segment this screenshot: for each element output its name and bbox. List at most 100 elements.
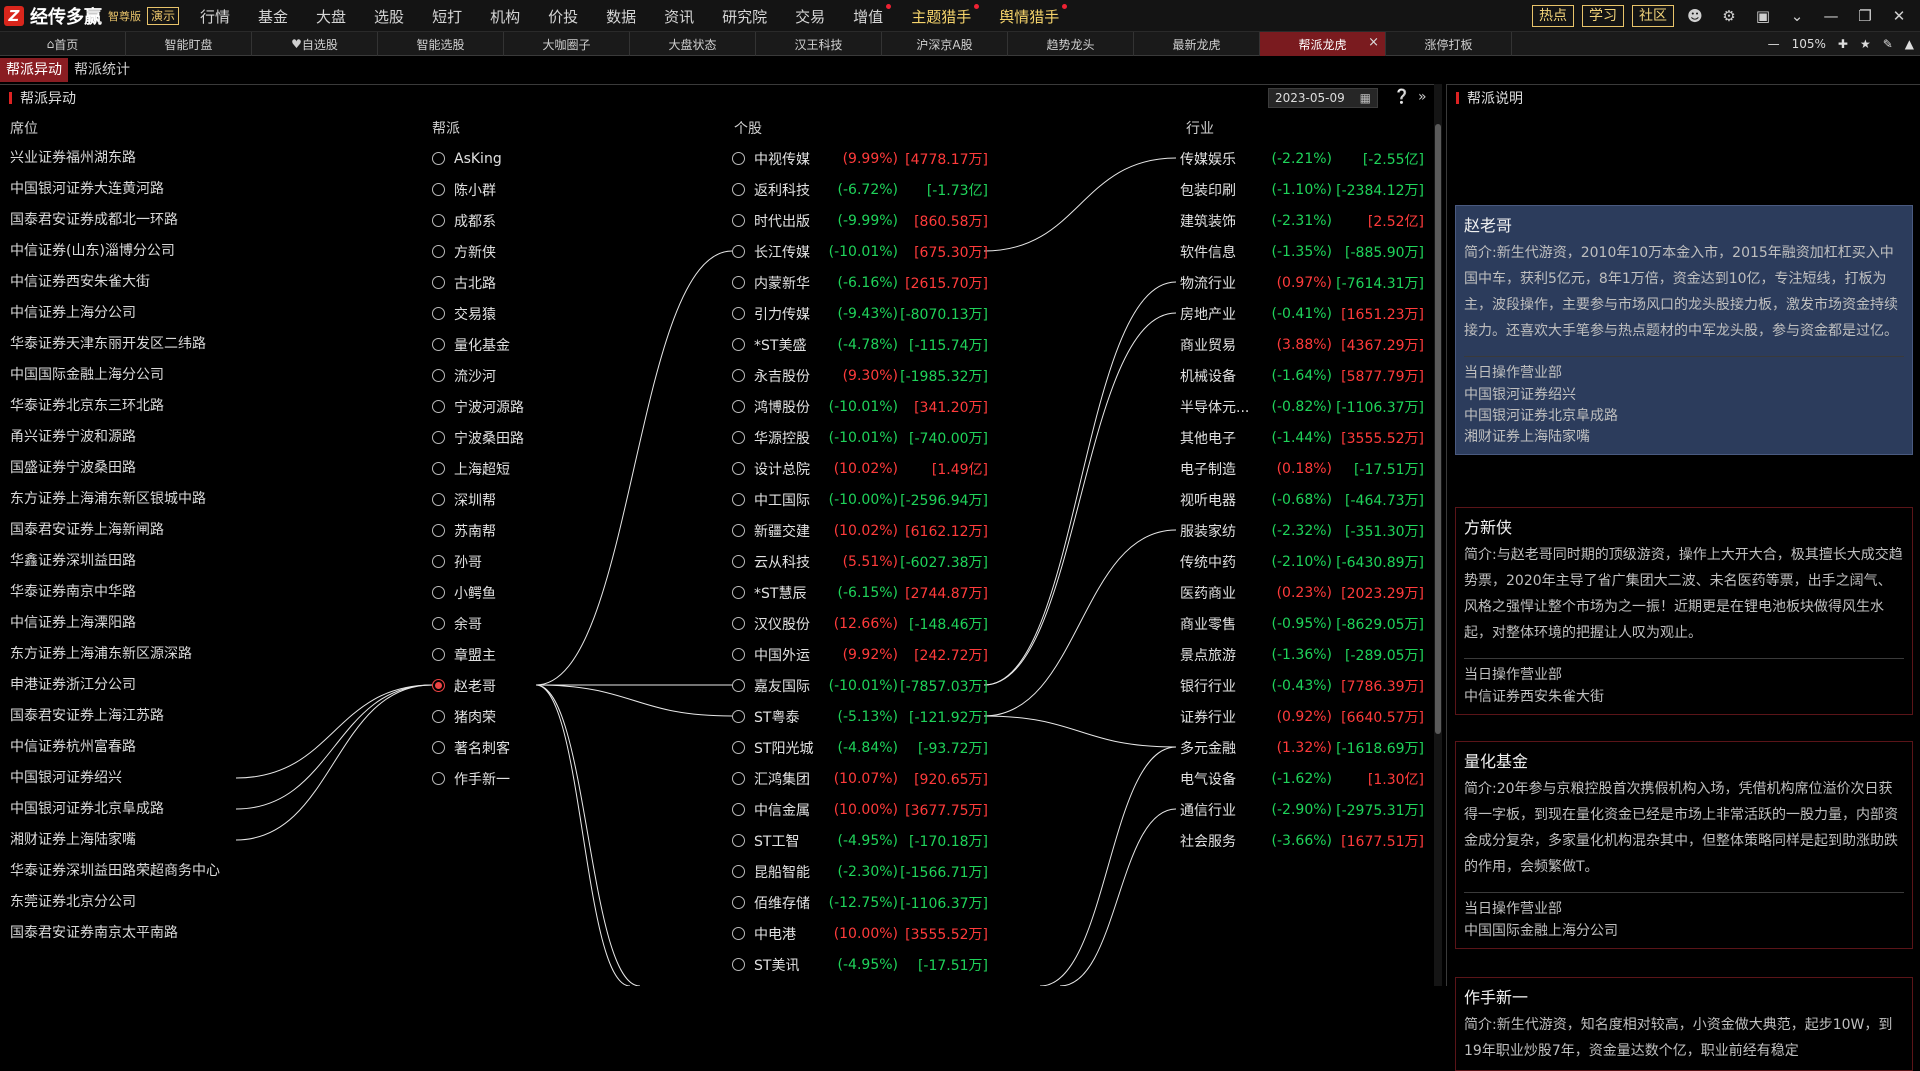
stock-item[interactable]: 中工国际 (-10.00%) [-2596.94万] — [732, 484, 988, 515]
industry-item[interactable]: 包装印刷 (-1.10%) [-2384.12万] — [1180, 174, 1424, 205]
stock-item[interactable]: ST粤泰 (-5.13%) [-121.92万] — [732, 701, 988, 732]
gang-item[interactable]: 著名刺客 — [432, 732, 524, 763]
menu-item-5[interactable]: 机构 — [476, 6, 534, 27]
gang-card[interactable]: 作手新一 简介:新生代游资，知名度相对较高，小资金做大典范，起步10W，到19年职… — [1455, 977, 1913, 1071]
stock-radio[interactable] — [732, 462, 745, 475]
gang-item[interactable]: 上海超短 — [432, 453, 524, 484]
gang-radio[interactable] — [432, 710, 445, 723]
industry-item[interactable]: 房地产业 (-0.41%) [1651.23万] — [1180, 298, 1424, 329]
industry-item[interactable]: 通信行业 (-2.90%) [-2975.31万] — [1180, 794, 1424, 825]
gang-radio[interactable] — [432, 214, 445, 227]
gang-radio[interactable] — [432, 679, 445, 692]
stock-item[interactable]: 时代出版 (-9.99%) [860.58万] — [732, 205, 988, 236]
stock-radio[interactable] — [732, 276, 745, 289]
seat-item[interactable]: 华泰证券深圳益田路荣超商务中心 — [10, 856, 220, 887]
help-icon[interactable]: ❔ — [1393, 89, 1410, 105]
gang-item[interactable]: 陈小群 — [432, 174, 524, 205]
stock-item[interactable]: 汉仪股份 (12.66%) [-148.46万] — [732, 608, 988, 639]
gang-item[interactable]: 章盟主 — [432, 639, 524, 670]
industry-item[interactable]: 证券行业 (0.92%) [6640.57万] — [1180, 701, 1424, 732]
gang-radio[interactable] — [432, 493, 445, 506]
stock-radio[interactable] — [732, 152, 745, 165]
date-picker[interactable]: 2023-05-09 ▦ — [1268, 88, 1378, 108]
stock-item[interactable]: 嘉友国际 (-10.01%) [-7857.03万] — [732, 670, 988, 701]
industry-item[interactable]: 机械设备 (-1.64%) [5877.79万] — [1180, 360, 1424, 391]
menu-item-4[interactable]: 短打 — [418, 6, 476, 27]
gang-radio[interactable] — [432, 245, 445, 258]
industry-item[interactable]: 传媒娱乐 (-2.21%) [-2.55亿] — [1180, 143, 1424, 174]
stock-item[interactable]: ST美讯 (-4.95%) [-17.51万] — [732, 949, 988, 980]
seat-item[interactable]: 华泰证券天津东丽开发区二纬路 — [10, 329, 220, 360]
gang-item[interactable]: 深圳帮 — [432, 484, 524, 515]
stock-item[interactable]: 鸿博股份 (-10.01%) [341.20万] — [732, 391, 988, 422]
pin-icon[interactable]: ▲ — [1905, 37, 1914, 51]
gang-card-dept[interactable]: 中国国际金融上海分公司 — [1464, 921, 1904, 942]
stock-item[interactable]: 中视传媒 (9.99%) [4778.17万] — [732, 143, 988, 174]
menu-item-0[interactable]: 行情 — [186, 6, 244, 27]
gang-card-dept[interactable]: 中国银河证券绍兴 — [1464, 385, 1904, 406]
seat-item[interactable]: 中信证券上海溧阳路 — [10, 608, 220, 639]
zoom-out-icon[interactable]: — — [1768, 37, 1780, 51]
stock-radio[interactable] — [732, 834, 745, 847]
stock-radio[interactable] — [732, 865, 745, 878]
stock-radio[interactable] — [732, 214, 745, 227]
menu-item-13[interactable]: 舆情猎手 — [985, 3, 1073, 27]
gang-radio[interactable] — [432, 617, 445, 630]
seat-item[interactable]: 华泰证券北京东三环北路 — [10, 391, 220, 422]
industry-item[interactable]: 商业贸易 (3.88%) [4367.29万] — [1180, 329, 1424, 360]
stock-item[interactable]: 设计总院 (10.02%) [1.49亿] — [732, 453, 988, 484]
gang-radio[interactable] — [432, 772, 445, 785]
seat-item[interactable]: 中国银河证券绍兴 — [10, 763, 220, 794]
tab-0[interactable]: ⌂ 首页 — [0, 32, 126, 56]
menu-item-7[interactable]: 数据 — [592, 6, 650, 27]
stock-radio[interactable] — [732, 369, 745, 382]
gang-radio[interactable] — [432, 586, 445, 599]
gang-item[interactable]: 流沙河 — [432, 360, 524, 391]
community-button[interactable]: 社区 — [1632, 5, 1674, 27]
gang-radio[interactable] — [432, 369, 445, 382]
gang-item[interactable]: 小鳄鱼 — [432, 577, 524, 608]
gang-radio[interactable] — [432, 400, 445, 413]
user-icon[interactable]: ☻ — [1682, 4, 1708, 28]
app-logo[interactable]: Z 经传多赢 智尊版 演示 — [4, 5, 180, 28]
gang-radio[interactable] — [432, 152, 445, 165]
menu-item-8[interactable]: 资讯 — [650, 6, 708, 27]
seat-item[interactable]: 东方证券上海浦东新区银城中路 — [10, 484, 220, 515]
window-layout-icon[interactable]: ▣ — [1750, 4, 1776, 28]
gang-item[interactable]: 猪肉荣 — [432, 701, 524, 732]
menu-item-11[interactable]: 增值 — [839, 3, 897, 27]
seat-item[interactable]: 兴业证券福州湖东路 — [10, 143, 220, 174]
scrollbar-thumb[interactable] — [1435, 124, 1441, 734]
menu-item-1[interactable]: 基金 — [244, 6, 302, 27]
seat-item[interactable]: 东方证券上海浦东新区源深路 — [10, 639, 220, 670]
stock-item[interactable]: ST工智 (-4.95%) [-170.18万] — [732, 825, 988, 856]
stock-item[interactable]: 汇鸿集团 (10.07%) [920.65万] — [732, 763, 988, 794]
tab-11[interactable]: 涨停打板 — [1386, 32, 1512, 56]
industry-item[interactable]: 多元金融 (1.32%) [-1618.69万] — [1180, 732, 1424, 763]
gang-item[interactable]: 孙哥 — [432, 546, 524, 577]
stock-item[interactable]: 长江传媒 (-10.01%) [675.30万] — [732, 236, 988, 267]
gang-card-dept[interactable]: 中国银河证券北京阜成路 — [1464, 406, 1904, 427]
industry-item[interactable]: 服装家纺 (-2.32%) [-351.30万] — [1180, 515, 1424, 546]
gang-radio[interactable] — [432, 307, 445, 320]
gang-item[interactable]: AsKing — [432, 143, 524, 174]
seat-item[interactable]: 申港证券浙江分公司 — [10, 670, 220, 701]
seat-item[interactable]: 中信证券杭州富春路 — [10, 732, 220, 763]
stock-item[interactable]: 返利科技 (-6.72%) [-1.73亿] — [732, 174, 988, 205]
stock-radio[interactable] — [732, 400, 745, 413]
collapse-icon[interactable]: » — [1418, 89, 1427, 105]
industry-item[interactable]: 银行行业 (-0.43%) [7786.39万] — [1180, 670, 1424, 701]
seat-item[interactable]: 国泰君安证券上海新闸路 — [10, 515, 220, 546]
seat-item[interactable]: 中信证券西安朱雀大街 — [10, 267, 220, 298]
tab-7[interactable]: 沪深京A股 — [882, 32, 1008, 56]
gang-card-dept[interactable]: 湘财证券上海陆家嘴 — [1464, 427, 1904, 448]
subtab-gang-moves[interactable]: 帮派异动 — [0, 58, 68, 82]
close-icon[interactable]: ✕ — [1886, 4, 1912, 28]
industry-item[interactable]: 半导体元... (-0.82%) [-1106.37万] — [1180, 391, 1424, 422]
seat-item[interactable]: 中信证券上海分公司 — [10, 298, 220, 329]
stock-radio[interactable] — [732, 493, 745, 506]
stock-item[interactable]: 永吉股份 (9.30%) [-1985.32万] — [732, 360, 988, 391]
scrollbar[interactable] — [1434, 84, 1442, 986]
calendar-icon[interactable]: ▦ — [1360, 91, 1371, 105]
gang-radio[interactable] — [432, 462, 445, 475]
